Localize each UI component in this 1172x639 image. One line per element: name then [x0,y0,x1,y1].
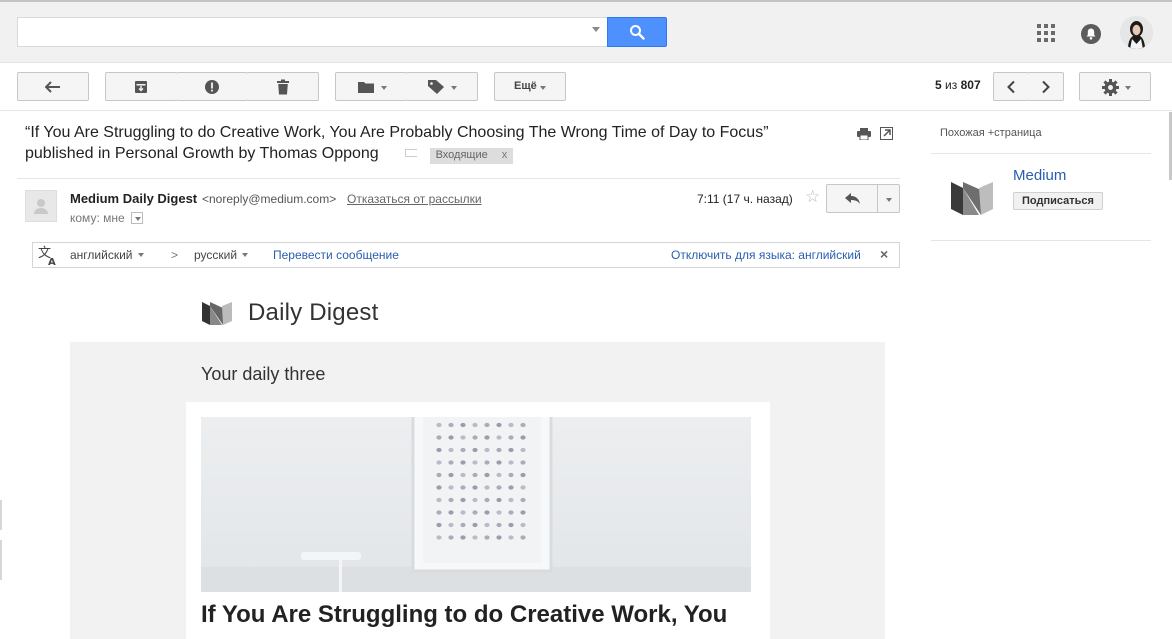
newer-button[interactable] [993,72,1029,101]
translate-icon: 文 A [38,246,56,266]
inbox-label-text: Входящие [435,149,488,161]
chevron-right-icon [1041,80,1050,93]
left-edge-marker [0,500,2,530]
related-page-name[interactable]: Medium [1013,167,1066,184]
language-arrow: > [171,248,179,262]
article-hero-image[interactable] [201,417,751,592]
unsubscribe-link[interactable]: Отказаться от рассылки [347,192,482,206]
subject-line-2-text: published in Personal Growth by Thomas O… [25,145,379,162]
related-page-title: Похожая +страница [940,127,1042,139]
move-to-button[interactable] [335,72,407,101]
chevron-down-icon [540,86,546,90]
pager-total: 807 [960,78,981,92]
message-time: 7:11 (17 ч. назад) [697,192,793,206]
medium-logo [202,302,232,325]
reply-button[interactable] [826,184,900,213]
source-language-label: английский [70,248,133,262]
account-avatar[interactable] [1120,16,1153,49]
delete-button[interactable] [247,72,319,101]
chevron-left-icon [1007,80,1015,93]
pager-current: 5 [935,78,942,92]
report-spam-button[interactable] [176,72,248,101]
left-edge-marker [0,540,2,580]
labels-button[interactable] [406,72,478,101]
pager-text: 5 из 807 [935,78,981,92]
back-button[interactable] [17,72,89,101]
notifications-icon[interactable] [1081,24,1101,44]
chevron-down-icon [135,217,142,221]
new-window-icon[interactable] [880,127,893,140]
settings-button[interactable] [1079,72,1151,101]
print-icon[interactable] [857,128,871,140]
chevron-down-icon [242,253,249,257]
translate-bar: 文 A английский > русский Перевести сообщ… [32,242,900,268]
trash-icon [276,79,289,94]
subject-line-2: published in Personal Growth by Thomas O… [25,143,855,164]
message-subject: “If You Are Struggling to do Creative Wo… [25,122,855,164]
sender-email: <noreply@medium.com> [202,192,337,206]
recipient-text: кому: мне [70,211,125,225]
show-details-button[interactable] [131,212,144,224]
bell-icon [1086,28,1096,40]
subscribe-button[interactable]: Подписаться [1013,192,1103,210]
spam-icon [204,79,219,94]
pager-sep: из [945,78,958,92]
search-input[interactable] [17,17,608,47]
sender-name[interactable]: Medium Daily Digest [70,191,197,206]
recipient-line: кому: мне [70,211,144,225]
archive-button[interactable] [105,72,177,101]
translate-message-link[interactable]: Перевести сообщение [273,248,399,262]
section-title: Your daily three [201,364,326,384]
chevron-down-icon [381,86,387,90]
side-panel-divider [931,153,1151,154]
gear-icon [1102,79,1119,96]
close-translate-button[interactable]: × [880,246,888,262]
older-button[interactable] [1028,72,1064,101]
medium-logo[interactable] [951,180,993,217]
article-title[interactable]: If You Are Struggling to do Creative Wor… [201,601,727,629]
search-options-caret-icon[interactable] [592,27,600,32]
target-language-select[interactable]: русский [194,248,249,262]
side-panel-divider [931,240,1151,241]
folder-icon [358,82,374,93]
subject-line-1: “If You Are Struggling to do Creative Wo… [25,124,769,141]
tag-icon [428,80,444,94]
back-arrow-icon [45,80,60,93]
subject-divider [17,178,900,179]
chevron-down-icon [1125,86,1131,90]
importance-marker-icon[interactable] [405,149,418,157]
source-language-select[interactable]: английский [70,248,144,262]
search-button[interactable] [607,17,667,47]
search-icon [630,25,645,40]
sender-avatar [25,190,57,222]
more-button[interactable]: Ещё [494,72,566,101]
more-label: Ещё [514,80,537,92]
star-icon[interactable]: ☆ [805,187,820,207]
target-language-label: русский [194,248,238,262]
chevron-down-icon [137,253,144,257]
remove-label-button[interactable]: x [502,149,508,161]
reply-more-chevron-icon[interactable] [886,198,892,202]
archive-icon [135,80,147,93]
toolbar-divider [0,110,1172,111]
apps-icon[interactable] [1037,24,1055,42]
disable-translation-link[interactable]: Отключить для языка: английский [671,248,861,262]
digest-title: Daily Digest [248,299,379,326]
reply-icon [845,193,860,204]
inbox-label[interactable]: Входящие x [429,148,514,164]
svg-text:A: A [48,257,56,266]
chevron-down-icon [451,86,457,90]
